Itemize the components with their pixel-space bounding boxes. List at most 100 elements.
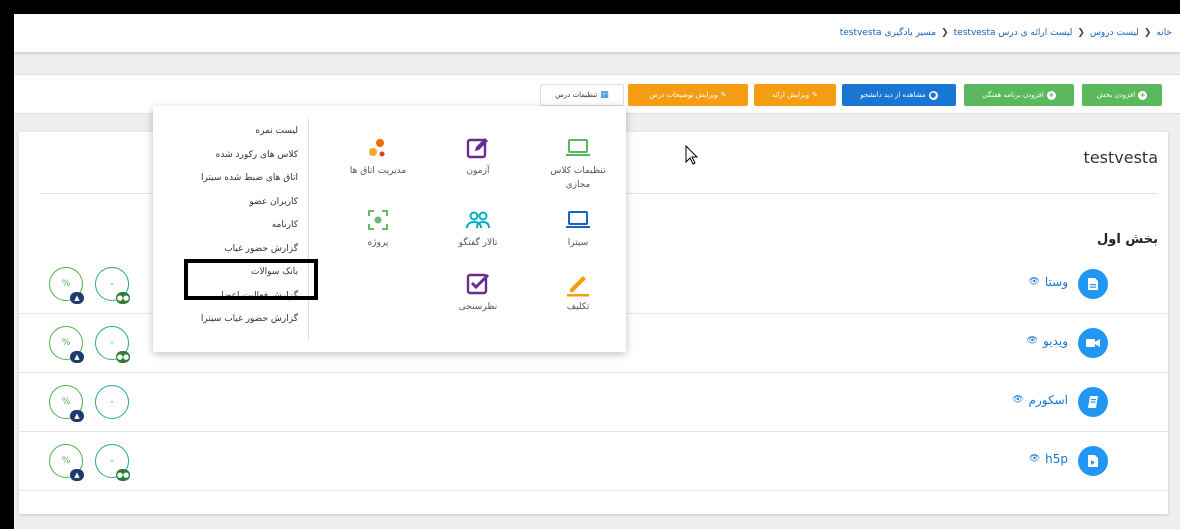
- users-icon: [438, 204, 518, 236]
- edit-description-button[interactable]: ✎ ویرایش توضیحات درس: [628, 84, 748, 106]
- course-settings-label: تنظیمات درس: [555, 91, 598, 99]
- status-value: -: [110, 279, 114, 289]
- chevron-left-icon: ❮: [1143, 28, 1152, 38]
- activity-name: اسکورم: [1028, 393, 1068, 407]
- edit-offering-label: ویرایش ارائه: [771, 91, 810, 99]
- tile-project[interactable]: پروژه: [338, 204, 418, 250]
- bubbles-icon: [338, 132, 418, 164]
- tile-label: تکلیف: [566, 302, 590, 312]
- tile-label: سیترا: [567, 238, 589, 248]
- tile-exam[interactable]: آزمون: [438, 132, 518, 178]
- add-section-button[interactable]: + افزودن بخش: [1082, 84, 1162, 106]
- tile-assignment[interactable]: تکلیف: [538, 268, 618, 314]
- breadcrumb-learning-path[interactable]: مسیر یادگیری testvesta: [840, 28, 936, 38]
- activity-link[interactable]: h5p 👁: [1029, 452, 1068, 466]
- progress-value: %: [61, 338, 71, 348]
- menu-item-sitra-attendance[interactable]: گزارش حضور غیاب سیترا: [153, 308, 308, 332]
- student-view-label: مشاهده از دید دانشجو: [860, 91, 926, 99]
- document-icon: [1078, 269, 1108, 299]
- status-circle[interactable]: - ●●: [95, 267, 130, 304]
- activity-name: h5p: [1045, 452, 1068, 466]
- laptop-icon: [538, 204, 618, 236]
- mouse-cursor-icon: [685, 144, 699, 169]
- chevron-left-icon: ❮: [941, 28, 949, 38]
- progress-value: %: [61, 456, 71, 466]
- progress-circle[interactable]: % ▲: [49, 385, 84, 422]
- tile-survey[interactable]: نظرسنجی: [438, 268, 518, 314]
- plus-circle-icon: +: [1138, 90, 1148, 100]
- plus-circle-icon: +: [1046, 90, 1056, 100]
- menu-item-attendance[interactable]: گزارش حضور غیاب: [153, 238, 308, 262]
- divider: [308, 118, 309, 340]
- menu-item-sitra-recordings[interactable]: اتاق های ضبط شده سیترا: [153, 167, 308, 191]
- tile-label: تنظیمات کلاس مجازی: [550, 166, 606, 190]
- status-value: -: [110, 397, 114, 407]
- gamepad-icon: ●●: [116, 351, 130, 363]
- eye-icon[interactable]: 👁: [1029, 454, 1040, 464]
- tile-label: نظرسنجی: [458, 302, 498, 312]
- eye-icon[interactable]: 👁: [1027, 336, 1038, 346]
- course-settings-menu: لیست نمره کلاس های رکورد شده اتاق های ضب…: [153, 106, 626, 352]
- menu-item-gradebook[interactable]: لیست نمره: [153, 120, 308, 144]
- activity-row[interactable]: h5p 👁 - ●● % ▲: [19, 432, 1168, 491]
- chevron-left-icon: ❮: [1077, 28, 1085, 38]
- eye-icon: ●: [928, 90, 938, 100]
- add-section-label: افزودن بخش: [1096, 91, 1136, 99]
- add-weekly-label: افزودن برنامه هفتگی: [982, 91, 1044, 99]
- progress-circle[interactable]: % ▲: [49, 326, 84, 363]
- edit-description-label: ویرایش توضیحات درس: [649, 91, 718, 99]
- status-circle[interactable]: - ●●: [95, 444, 130, 481]
- tile-room-management[interactable]: مدیریت اتاق ها: [338, 132, 418, 178]
- activity-link[interactable]: وستا 👁: [1028, 275, 1068, 289]
- status-value: -: [110, 456, 114, 466]
- app-frame: خانه ❮ لیست دروس ❮ لیست ارائه ی درس test…: [14, 14, 1180, 529]
- menu-item-members[interactable]: کاربران عضو: [153, 191, 308, 215]
- activity-name: ویدیو: [1043, 334, 1068, 348]
- graduation-cap-icon: ▲: [70, 469, 84, 481]
- pencil-icon: ✎: [812, 91, 819, 99]
- tile-label: مدیریت اتاق ها: [349, 166, 407, 176]
- focus-icon: [338, 204, 418, 236]
- tile-label: پروژه: [367, 238, 389, 248]
- tile-sitra[interactable]: سیترا: [538, 204, 618, 250]
- video-icon: [1078, 328, 1108, 358]
- activity-link[interactable]: ویدیو 👁: [1027, 334, 1068, 348]
- gamepad-icon: ●●: [116, 292, 130, 304]
- breadcrumb-course-list[interactable]: لیست دروس: [1090, 28, 1139, 38]
- checkbox-icon: [438, 268, 518, 300]
- gamepad-icon: ●●: [116, 469, 130, 481]
- progress-circle[interactable]: % ▲: [49, 444, 84, 481]
- pencil-icon: [538, 268, 618, 300]
- eye-icon[interactable]: 👁: [1012, 395, 1023, 405]
- student-view-button[interactable]: ● مشاهده از دید دانشجو: [842, 84, 956, 106]
- edit-square-icon: [438, 132, 518, 164]
- menu-item-recorded-classes[interactable]: کلاس های رکورد شده: [153, 144, 308, 168]
- grid-icon: ▦: [600, 90, 609, 100]
- activity-row[interactable]: اسکورم 👁 - % ▲: [19, 373, 1168, 432]
- tile-virtual-class[interactable]: تنظیمات کلاس مجازی: [538, 132, 618, 192]
- breadcrumb: خانه ❮ لیست دروس ❮ لیست ارائه ی درس test…: [14, 14, 1180, 52]
- progress-circle[interactable]: % ▲: [49, 267, 84, 304]
- breadcrumb-offering-list[interactable]: لیست ارائه ی درس testvesta: [954, 28, 1073, 38]
- h5p-icon: [1078, 446, 1108, 476]
- tile-forum[interactable]: تالار گفتگو: [438, 204, 518, 250]
- section-title: بخش اول: [1097, 232, 1158, 247]
- laptop-icon: [538, 132, 618, 164]
- menu-item-report-card[interactable]: کارنامه: [153, 214, 308, 238]
- graduation-cap-icon: ▲: [70, 351, 84, 363]
- course-settings-button[interactable]: ▦ تنظیمات درس: [540, 84, 624, 106]
- pencil-icon: ✎: [720, 91, 727, 99]
- status-circle[interactable]: -: [95, 385, 129, 419]
- tile-label: آزمون: [466, 166, 490, 176]
- activity-link[interactable]: اسکورم 👁: [1012, 393, 1068, 407]
- tile-label: تالار گفتگو: [458, 238, 498, 248]
- eye-icon[interactable]: 👁: [1028, 277, 1039, 287]
- edit-offering-button[interactable]: ✎ ویرایش ارائه: [754, 84, 836, 106]
- graduation-cap-icon: ▲: [70, 292, 84, 304]
- book-icon: [1078, 387, 1108, 417]
- progress-value: %: [61, 279, 71, 289]
- breadcrumb-home[interactable]: خانه: [1156, 28, 1172, 38]
- status-circle[interactable]: - ●●: [95, 326, 130, 363]
- add-weekly-schedule-button[interactable]: + افزودن برنامه هفتگی: [964, 84, 1074, 106]
- progress-value: %: [61, 397, 71, 407]
